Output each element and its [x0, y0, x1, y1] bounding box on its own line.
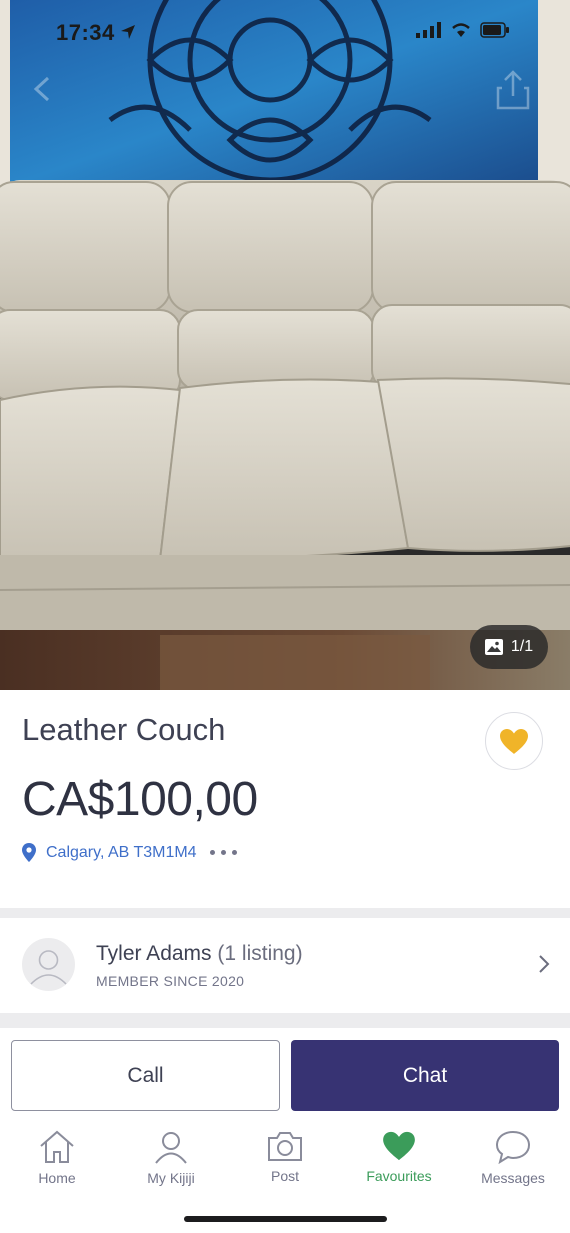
map-pin-icon — [22, 843, 36, 862]
back-chevron-icon[interactable] — [28, 74, 58, 104]
tab-my-kijiji[interactable]: My Kijiji — [114, 1130, 228, 1186]
chevron-right-icon — [539, 955, 550, 973]
person-icon — [155, 1132, 187, 1164]
tab-favourites-label: Favourites — [366, 1168, 432, 1184]
seller-name-line: Tyler Adams (1 listing) — [96, 942, 303, 966]
tab-home[interactable]: Home — [0, 1130, 114, 1186]
listing-location[interactable]: Calgary, AB T3M1M4 — [22, 843, 197, 862]
favourite-button[interactable] — [485, 712, 543, 770]
home-icon — [40, 1130, 74, 1163]
tab-my-kijiji-label: My Kijiji — [147, 1170, 195, 1186]
chat-bubble-icon — [495, 1130, 531, 1164]
share-icon[interactable] — [496, 70, 530, 110]
status-bar: 17:34 — [0, 0, 570, 64]
avatar — [22, 938, 75, 991]
section-divider — [0, 908, 570, 918]
seller-listing-count: (1 listing) — [217, 942, 303, 965]
bottom-tab-bar: Home My Kijiji Post Favourites Messages — [0, 1120, 570, 1233]
listing-info: Leather Couch CA$100,00 Calgary, AB T3M1… — [0, 690, 570, 908]
camera-icon — [268, 1132, 302, 1161]
chat-button[interactable]: Chat — [291, 1040, 559, 1111]
tab-post[interactable]: Post — [228, 1130, 342, 1184]
seller-member-since: MEMBER SINCE 2020 — [96, 973, 245, 989]
seller-row[interactable]: Tyler Adams (1 listing) MEMBER SINCE 202… — [0, 918, 570, 1013]
listing-photo[interactable]: 17:34 1/1 — [0, 0, 570, 690]
listing-title: Leather Couch — [22, 712, 226, 747]
tab-messages-label: Messages — [481, 1170, 545, 1186]
seller-name: Tyler Adams — [96, 942, 212, 965]
battery-icon — [480, 22, 509, 38]
status-time: 17:34 — [56, 20, 115, 45]
tab-messages[interactable]: Messages — [456, 1130, 570, 1186]
image-icon — [484, 639, 503, 655]
wifi-icon — [452, 23, 470, 37]
location-text: Calgary, AB T3M1M4 — [46, 843, 197, 861]
tab-home-label: Home — [38, 1170, 76, 1186]
tab-favourites[interactable]: Favourites — [342, 1130, 456, 1184]
status-icons — [416, 22, 510, 38]
tab-post-label: Post — [270, 1168, 299, 1184]
photo-counter: 1/1 — [470, 625, 548, 669]
location-arrow-icon — [121, 25, 135, 39]
section-divider — [0, 1013, 570, 1028]
signal-icon — [416, 22, 441, 38]
photo-counter-text: 1/1 — [510, 638, 534, 655]
action-bar: Call Chat — [0, 1028, 570, 1120]
call-button[interactable]: Call — [11, 1040, 280, 1111]
heart-icon — [500, 728, 528, 754]
couch-photo — [0, 0, 570, 690]
heart-icon — [383, 1131, 415, 1161]
person-icon — [30, 950, 67, 985]
listing-price: CA$100,00 — [22, 773, 258, 826]
more-options-icon[interactable] — [210, 850, 237, 855]
home-indicator — [184, 1216, 387, 1222]
